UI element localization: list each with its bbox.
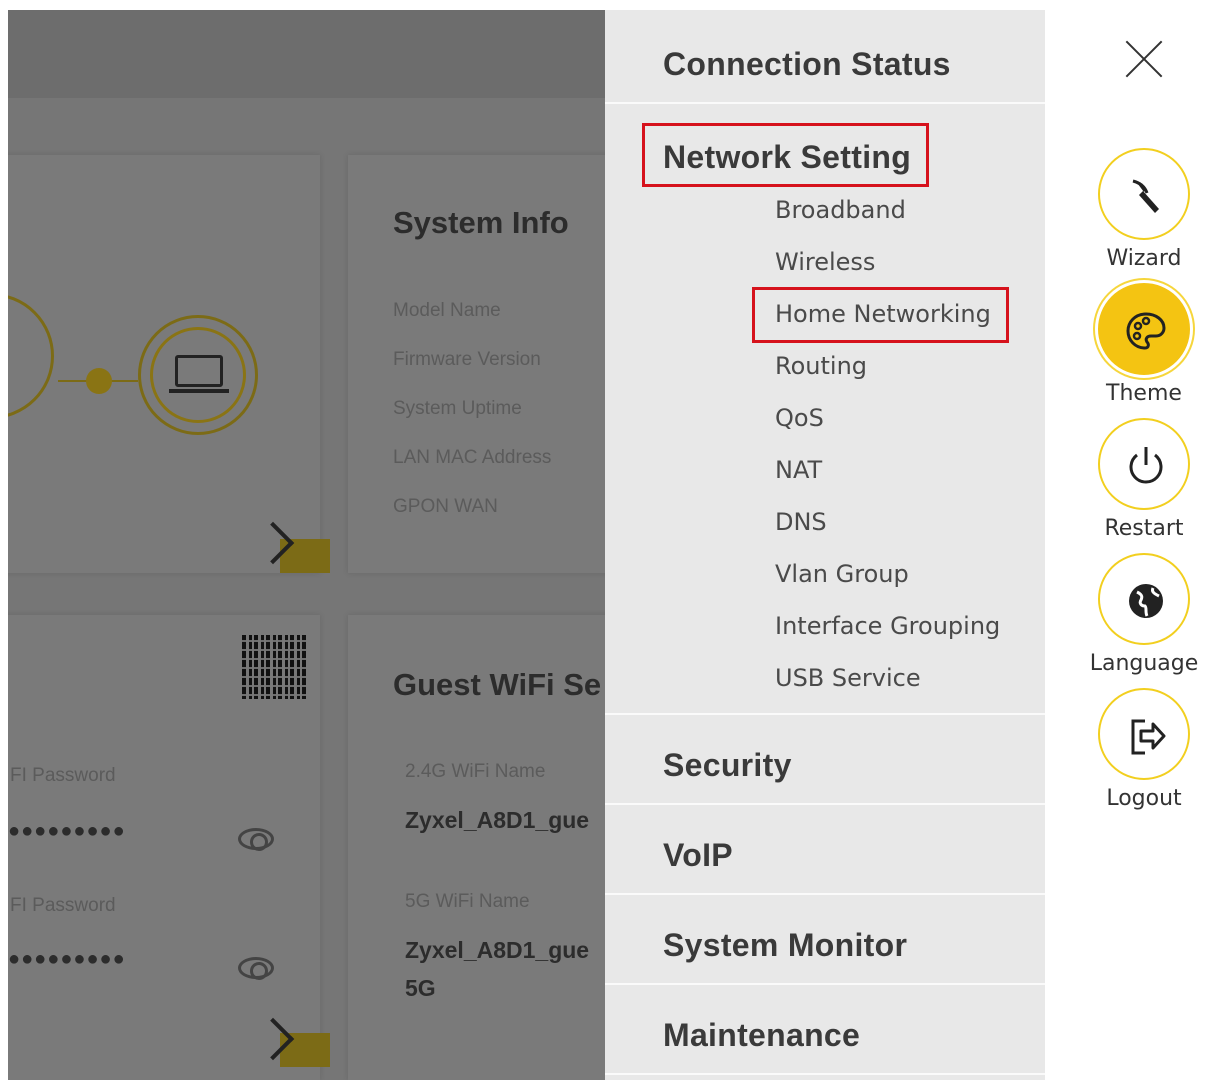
power-icon [1098,418,1190,510]
guest-5g-name-label: 5G WiFi Name [405,891,530,912]
submenu-usb-service[interactable]: USB Service [775,664,921,692]
wand-icon [1098,148,1190,240]
submenu-dns[interactable]: DNS [775,508,827,536]
submenu-routing[interactable]: Routing [775,352,867,380]
gpon-wan-label: GPON WAN [393,496,498,517]
wifi-card: FI Password ●●●●●●●●● FI Password ●●●●●●… [8,615,330,1080]
wifi-password-value-5g: ●●●●●●●●● [8,948,126,970]
restart-button[interactable]: Restart [1068,418,1215,550]
close-icon[interactable] [1123,38,1165,80]
menu-section-security[interactable]: Security [605,715,1045,805]
theme-button[interactable]: Theme [1068,283,1215,415]
wifi-password-label-5g: FI Password [10,895,116,916]
theme-label: Theme [1106,381,1182,406]
submenu-broadband[interactable]: Broadband [775,196,906,224]
guest-wifi-card: Guest WiFi Se 2.4G WiFi Name Zyxel_A8D1_… [348,615,605,1080]
highlight-home-networking [752,287,1009,343]
menu-title-maintenance[interactable]: Maintenance [663,1017,860,1054]
model-name-label: Model Name [393,300,501,321]
wizard-label: Wizard [1106,246,1182,271]
palette-icon [1098,283,1190,375]
submenu-wireless[interactable]: Wireless [775,248,875,276]
qr-code-icon [242,635,306,699]
eye-icon[interactable] [238,957,274,980]
menu-title-voip[interactable]: VoIP [663,837,733,874]
restart-label: Restart [1104,516,1184,541]
firmware-version-label: Firmware Version [393,349,541,370]
menu-title-security[interactable]: Security [663,747,792,784]
side-toolbar: Wizard Theme Restart Language Logout [1045,10,1215,1080]
submenu-vlan-group[interactable]: Vlan Group [775,560,909,588]
language-button[interactable]: Language [1068,553,1215,685]
language-label: Language [1089,651,1199,676]
guest-5g-name-value-cont: 5G [405,975,436,1001]
wizard-button[interactable]: Wizard [1068,148,1215,280]
menu-title-connection-status[interactable]: Connection Status [663,46,951,83]
router-ring [8,293,54,419]
logout-label: Logout [1106,786,1182,811]
menu-section-system-monitor[interactable]: System Monitor [605,895,1045,985]
system-uptime-label: System Uptime [393,398,522,419]
guest-5g-name-value: Zyxel_A8D1_gue [405,937,590,963]
guest-24g-name-value: Zyxel_A8D1_gue [405,807,590,833]
submenu-interface-grouping[interactable]: Interface Grouping [775,612,1000,640]
globe-icon [1098,553,1190,645]
wifi-password-value: ●●●●●●●●● [8,820,126,842]
connection-check-icon [86,368,112,394]
submenu-nat[interactable]: NAT [775,456,822,484]
lan-mac-label: LAN MAC Address [393,447,552,468]
logout-button[interactable]: Logout [1068,688,1215,820]
laptop-icon [150,327,246,423]
dashboard-background: System Info Model Name Firmware Version … [8,10,605,1080]
menu-section-network-setting: Network Setting Broadband Wireless Home … [605,104,1045,715]
guest-24g-name-label: 2.4G WiFi Name [405,761,546,782]
system-info-title: System Info [393,205,569,240]
connection-card [8,155,330,573]
dashboard-header [8,10,605,98]
menu-section-voip[interactable]: VoIP [605,805,1045,895]
highlight-network-setting [642,123,929,187]
menu-section-maintenance[interactable]: Maintenance [605,985,1045,1075]
logout-icon [1098,688,1190,780]
menu-title-system-monitor[interactable]: System Monitor [663,927,907,964]
guest-wifi-title: Guest WiFi Se [393,667,602,702]
wifi-password-label: FI Password [10,765,116,786]
eye-icon[interactable] [238,828,274,851]
navigation-menu: Connection Status Network Setting Broadb… [605,10,1045,1080]
system-info-card: System Info Model Name Firmware Version … [348,155,605,573]
menu-section-connection-status[interactable]: Connection Status [605,10,1045,104]
submenu-qos[interactable]: QoS [775,404,824,432]
